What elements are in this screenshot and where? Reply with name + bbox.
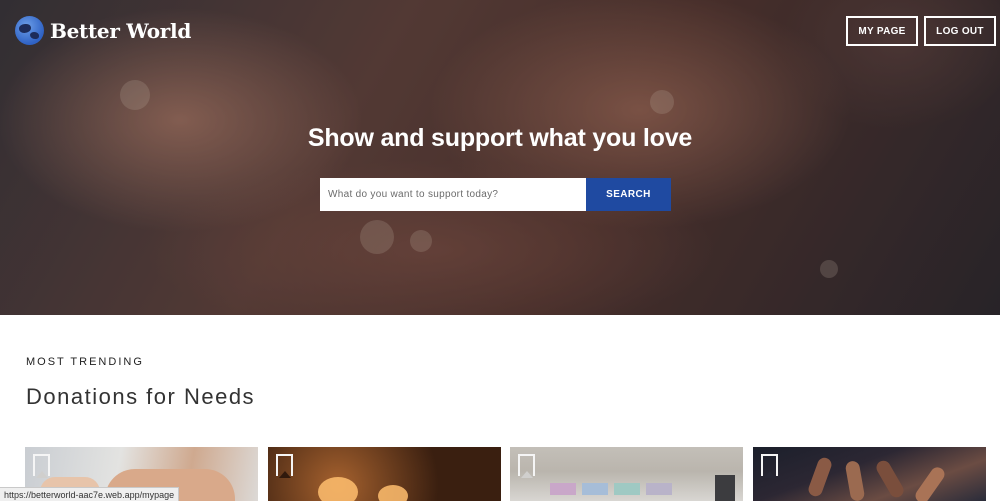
globe-icon [15, 16, 44, 45]
section-title: Donations for Needs [26, 384, 256, 409]
card-image [912, 464, 948, 501]
bookmark-icon[interactable] [276, 454, 293, 478]
card-image [844, 460, 866, 501]
card-image [646, 483, 672, 495]
card-image [378, 485, 408, 501]
card-image [582, 483, 608, 495]
log-out-button[interactable]: LOG OUT [924, 16, 996, 46]
card-image [614, 483, 640, 495]
status-bar-url: https://betterworld-aac7e.web.app/mypage [0, 487, 180, 501]
card-image [550, 483, 576, 495]
bookmark-icon[interactable] [518, 454, 535, 478]
card-image [715, 475, 735, 501]
card-image [318, 477, 358, 501]
my-page-button[interactable]: MY PAGE [846, 16, 918, 46]
search-input[interactable] [320, 178, 586, 211]
card-image [873, 458, 907, 500]
donation-card[interactable] [268, 447, 501, 501]
hero-banner: Better World MY PAGE LOG OUT Show and su… [0, 0, 1000, 315]
donation-card[interactable] [753, 447, 986, 501]
brand-name: Better World [50, 18, 192, 43]
hero-headline: Show and support what you love [307, 124, 693, 152]
bookmark-icon[interactable] [761, 454, 778, 478]
section-eyebrow: MOST TRENDING [26, 356, 144, 368]
brand-logo[interactable]: Better World [15, 16, 191, 45]
hero-overlay [0, 0, 1000, 315]
bookmark-icon[interactable] [33, 454, 50, 478]
search-button[interactable]: SEARCH [586, 178, 671, 211]
card-image [806, 455, 834, 499]
donation-card[interactable] [510, 447, 743, 501]
